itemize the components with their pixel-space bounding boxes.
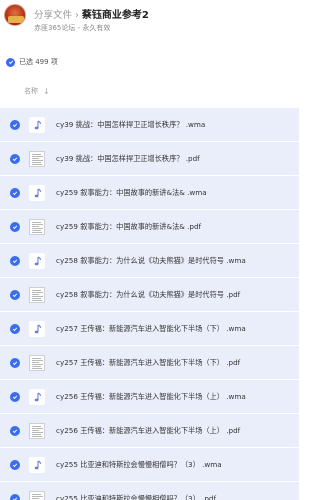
- column-header-name[interactable]: 名称 ↓: [24, 86, 50, 96]
- column-name-label: 名称: [24, 87, 38, 95]
- audio-file-icon: [29, 457, 45, 473]
- audio-file-icon: [29, 253, 45, 269]
- pdf-file-icon: [29, 287, 45, 303]
- file-list: cy39 挑战：中国怎样捍卫正增长秩序？ .wma cy39 挑战：中国怎样捍卫正…: [0, 108, 299, 500]
- row-checkbox[interactable]: [10, 256, 20, 266]
- check-icon: [12, 157, 18, 162]
- check-icon: [12, 395, 18, 400]
- row-checkbox[interactable]: [10, 222, 20, 232]
- row-checkbox[interactable]: [10, 494, 20, 500]
- select-all-checkbox[interactable]: [6, 57, 15, 67]
- file-name[interactable]: cy255 比亚迪和特斯拉会慢慢相僧吗？（3） .pdf: [56, 494, 216, 500]
- check-icon: [12, 293, 18, 298]
- file-name[interactable]: cy258 叙事能力：为什么说《功夫熊猫》是时代符号 .wma: [56, 256, 246, 266]
- file-name[interactable]: cy39 挑战：中国怎样捍卫正增长秩序？ .wma: [56, 120, 205, 130]
- selection-bar: 已选 499 项: [0, 54, 58, 70]
- audio-file-icon: [29, 389, 45, 405]
- list-item[interactable]: cy259 叙事能力：中国故事的新讲&法& .pdf: [0, 210, 299, 244]
- file-name[interactable]: cy256 王传福：新能源汽车进入智能化下半场（上） .wma: [56, 392, 246, 402]
- check-icon: [12, 497, 18, 500]
- check-icon: [12, 123, 18, 128]
- row-checkbox[interactable]: [10, 188, 20, 198]
- row-checkbox[interactable]: [10, 392, 20, 402]
- list-item[interactable]: cy259 叙事能力：中国故事的新讲&法& .wma: [0, 176, 299, 210]
- pdf-file-icon: [29, 219, 45, 235]
- pdf-file-icon: [29, 423, 45, 439]
- share-subtitle: 赤匪365论坛 - 永久有效: [34, 24, 111, 32]
- check-icon: [12, 361, 18, 366]
- row-checkbox[interactable]: [10, 358, 20, 368]
- breadcrumb-separator: ›: [75, 10, 79, 21]
- breadcrumb: 分享文件 › 蔡钰商业参考2: [34, 6, 149, 21]
- list-item[interactable]: cy258 叙事能力：为什么说《功夫熊猫》是时代符号 .pdf: [0, 278, 299, 312]
- list-item[interactable]: cy255 比亚迪和特斯拉会慢慢相僧吗？（3） .wma: [0, 448, 299, 482]
- list-item[interactable]: cy257 王传福：新能源汽车进入智能化下半场（下） .wma: [0, 312, 299, 346]
- audio-file-icon: [29, 117, 45, 133]
- selected-count: 已选 499 项: [19, 58, 58, 66]
- file-name[interactable]: cy258 叙事能力：为什么说《功夫熊猫》是时代符号 .pdf: [56, 290, 240, 300]
- audio-file-icon: [29, 321, 45, 337]
- arrow-down-icon[interactable]: ↓: [43, 87, 50, 96]
- file-name[interactable]: cy257 王传福：新能源汽车进入智能化下半场（下） .wma: [56, 324, 246, 334]
- list-item[interactable]: cy39 挑战：中国怎样捍卫正增长秩序？ .pdf: [0, 142, 299, 176]
- pdf-file-icon: [29, 491, 45, 500]
- file-name[interactable]: cy39 挑战：中国怎样捍卫正增长秩序？ .pdf: [56, 154, 200, 164]
- file-name[interactable]: cy256 王传福：新能源汽车进入智能化下半场（上） .pdf: [56, 426, 240, 436]
- row-checkbox[interactable]: [10, 460, 20, 470]
- check-icon: [12, 429, 18, 434]
- list-item[interactable]: cy39 挑战：中国怎样捍卫正增长秩序？ .wma: [0, 108, 299, 142]
- row-checkbox[interactable]: [10, 154, 20, 164]
- check-icon: [12, 225, 18, 230]
- check-icon: [12, 259, 18, 264]
- audio-file-icon: [29, 185, 45, 201]
- file-name[interactable]: cy255 比亚迪和特斯拉会慢慢相僧吗？（3） .wma: [56, 460, 222, 470]
- avatar[interactable]: [4, 4, 26, 26]
- file-name[interactable]: cy259 叙事能力：中国故事的新讲&法& .pdf: [56, 222, 201, 232]
- check-icon: [12, 463, 18, 468]
- page-title: 蔡钰商业参考2: [81, 10, 149, 21]
- breadcrumb-root[interactable]: 分享文件: [34, 10, 72, 21]
- pdf-file-icon: [29, 355, 45, 371]
- file-name[interactable]: cy257 王传福：新能源汽车进入智能化下半场（下） .pdf: [56, 358, 240, 368]
- row-checkbox[interactable]: [10, 426, 20, 436]
- list-item[interactable]: cy257 王传福：新能源汽车进入智能化下半场（下） .pdf: [0, 346, 299, 380]
- header: 分享文件 › 蔡钰商业参考2 赤匪365论坛 - 永久有效: [0, 0, 299, 42]
- list-item[interactable]: cy256 王传福：新能源汽车进入智能化下半场（上） .wma: [0, 380, 299, 414]
- check-icon: [12, 327, 18, 332]
- pdf-file-icon: [29, 151, 45, 167]
- check-icon: [8, 60, 13, 65]
- row-checkbox[interactable]: [10, 290, 20, 300]
- row-checkbox[interactable]: [10, 324, 20, 334]
- list-item[interactable]: cy256 王传福：新能源汽车进入智能化下半场（上） .pdf: [0, 414, 299, 448]
- file-name[interactable]: cy259 叙事能力：中国故事的新讲&法& .wma: [56, 188, 207, 198]
- row-checkbox[interactable]: [10, 120, 20, 130]
- list-item[interactable]: cy258 叙事能力：为什么说《功夫熊猫》是时代符号 .wma: [0, 244, 299, 278]
- list-item[interactable]: cy255 比亚迪和特斯拉会慢慢相僧吗？（3） .pdf: [0, 482, 299, 500]
- check-icon: [12, 191, 18, 196]
